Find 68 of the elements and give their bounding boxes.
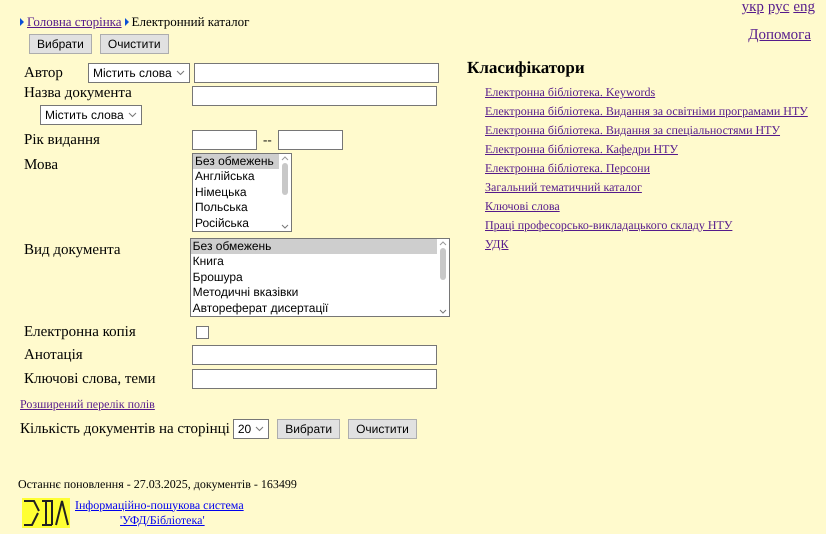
list-option[interactable]: Англійська xyxy=(193,169,279,185)
list-option[interactable]: Німецька xyxy=(193,184,279,200)
listbox[interactable]: Без обмежень Книга Брошура Методичні вказівки Автореферат дисертації xyxy=(190,238,450,317)
checkbox[interactable] xyxy=(196,326,209,338)
classifier-link[interactable]: Загальний тематичний каталог xyxy=(485,178,642,197)
chevron-up-icon xyxy=(439,241,447,246)
triangle-right-icon xyxy=(124,18,129,26)
form-button[interactable]: Очистити xyxy=(348,419,417,440)
form-button[interactable]: Вибрати xyxy=(277,419,340,440)
help-link[interactable]: Допомога xyxy=(748,24,811,46)
field-label: Назва документа xyxy=(24,84,133,102)
list-option[interactable]: Автореферат дисертації xyxy=(190,300,437,316)
list-option[interactable]: Польська xyxy=(193,200,279,216)
field-label: Анотація xyxy=(24,347,83,363)
text-field[interactable] xyxy=(194,63,439,83)
field-label: Вид документа xyxy=(24,242,120,258)
classifier-link[interactable]: Електронна бібліотека. Видання за спеціальностями НТУ xyxy=(485,121,780,140)
logo-icon xyxy=(22,498,70,528)
mode-select[interactable]: Містить слова xyxy=(88,63,190,83)
list-option[interactable]: Методичні вказівки xyxy=(190,285,437,301)
text-field[interactable] xyxy=(192,345,437,365)
classifier-link[interactable]: Електронна бібліотека. Кафедри НТУ xyxy=(485,140,678,159)
per-page-label: Кількість документів на сторінці xyxy=(20,420,230,439)
chevron-down-icon xyxy=(281,224,289,229)
last-update-text: Останнє поновлення - 27.03.2025, документів - 163499 xyxy=(18,476,298,492)
field-label: Електронна копія xyxy=(24,324,136,340)
language-link[interactable]: укр xyxy=(742,0,764,14)
system-link[interactable]: Інформаційно-пошукова система xyxy=(75,498,244,512)
chevron-up-icon xyxy=(281,156,289,161)
list-option[interactable]: Книга xyxy=(190,254,437,270)
language-link[interactable]: рус xyxy=(768,0,790,14)
chevron-down-icon xyxy=(128,112,137,118)
system-link[interactable]: 'УФД/Бібліотека' xyxy=(120,512,205,528)
field-label: Автор xyxy=(24,64,64,82)
list-option[interactable]: Російська xyxy=(193,216,279,231)
field-label: Рік видання xyxy=(24,132,100,148)
classifiers-title: Класифікатори xyxy=(467,56,586,79)
list-option[interactable]: Без обмежень xyxy=(193,154,279,170)
range-separator: -- xyxy=(263,131,272,150)
chevron-down-icon xyxy=(176,70,185,76)
classifier-link[interactable]: Праці професорсько-викладацького складу НТУ xyxy=(485,216,732,235)
classifier-link[interactable]: Ключові слова xyxy=(485,197,560,216)
form-button[interactable]: Вибрати xyxy=(29,34,92,54)
classifier-link[interactable]: УДК xyxy=(485,235,508,254)
classifier-link[interactable]: Електронна бібліотека. Видання за освітніми програмами НТУ xyxy=(485,102,808,121)
chevron-down-icon xyxy=(255,426,264,432)
field-label: Мова xyxy=(24,157,58,173)
classifier-link[interactable]: Електронна бібліотека. Персони xyxy=(485,159,650,178)
text-field[interactable] xyxy=(192,86,437,106)
text-field[interactable] xyxy=(192,130,257,150)
listbox[interactable]: Без обмежень Англійська Німецька Польська Російська xyxy=(192,153,292,232)
list-option[interactable]: Брошура xyxy=(190,270,437,286)
form-button[interactable]: Очистити xyxy=(100,34,169,54)
text-field[interactable] xyxy=(278,130,343,150)
text-field[interactable] xyxy=(192,369,437,389)
scrollbar[interactable] xyxy=(437,239,449,316)
field-label: Ключові слова, теми xyxy=(24,371,156,387)
triangle-right-icon xyxy=(20,18,24,26)
scrollbar[interactable] xyxy=(279,154,291,231)
chevron-down-icon xyxy=(439,309,447,314)
breadcrumb-current: Електронний каталог xyxy=(132,13,250,32)
extended-fields-link[interactable]: Розширений перелік полів xyxy=(20,395,155,413)
list-option[interactable]: Без обмежень xyxy=(190,239,437,254)
mode-select[interactable]: Містить слова xyxy=(40,105,142,125)
breadcrumb-link[interactable]: Головна сторінка xyxy=(27,12,122,32)
classifier-link[interactable]: Електронна бібліотека. Keywords xyxy=(485,83,656,102)
mode-select[interactable]: 20 xyxy=(232,419,270,440)
language-link[interactable]: eng xyxy=(793,0,815,14)
